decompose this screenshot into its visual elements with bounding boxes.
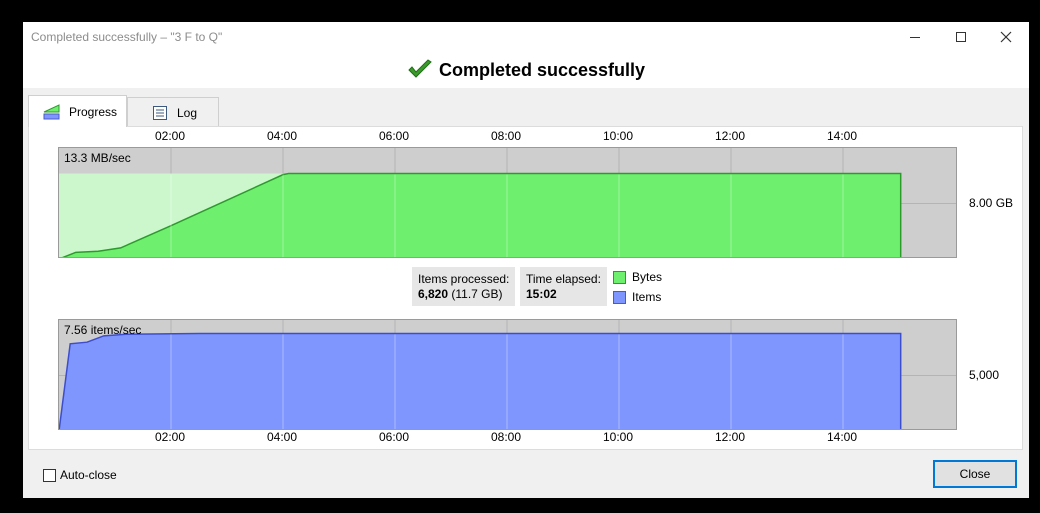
minimize-button[interactable]: [892, 22, 938, 52]
bytes-rate-label: 13.3 MB/sec: [64, 151, 131, 165]
tab-progress[interactable]: Progress: [28, 95, 127, 127]
top-time-tick-label: 14:00: [826, 129, 858, 143]
time-elapsed-value: 15:02: [526, 287, 557, 301]
legend-bytes-swatch: [613, 270, 626, 284]
top-time-tick-label: 12:00: [714, 129, 746, 143]
minimize-icon: [910, 37, 920, 38]
dialog-window: Completed successfully – "3 F to Q" Comp…: [23, 22, 1029, 498]
items-area: [59, 333, 901, 429]
bottom-time-tick-label: 12:00: [714, 430, 746, 444]
status-text: Completed successfully: [438, 59, 646, 80]
autoclose-label: Auto-close: [60, 468, 117, 482]
autoclose-checkbox[interactable]: [43, 468, 56, 482]
bottom-time-tick-label: 02:00: [154, 430, 186, 444]
items-chart: 7.56 items/sec: [58, 319, 957, 430]
legend-items-swatch: [613, 290, 626, 304]
close-window-button[interactable]: [983, 22, 1029, 52]
items-rate-label: 7.56 items/sec: [64, 323, 142, 337]
close-icon: [1000, 31, 1012, 43]
bottom-time-tick-label: 14:00: [826, 430, 858, 444]
bytes-axis-label: 8.00 GB: [969, 196, 1014, 210]
progress-panel: 02:00 04:00 06:00 08:00 10:00 12:00 14:00 13.3…: [28, 126, 1023, 450]
time-elapsed-label: Time elapsed:: [526, 272, 601, 286]
items-processed-value: 6,820: [418, 287, 449, 301]
legend-bytes: Bytes: [613, 270, 662, 284]
time-elapsed-box: Time elapsed: 15:02: [520, 267, 607, 306]
legend-bytes-label: Bytes: [632, 270, 663, 284]
bytes-chart-plot: [59, 148, 956, 257]
bottom-time-tick-label: 06:00: [378, 430, 410, 444]
items-processed-size: (11.7 GB): [451, 287, 503, 301]
bottom-time-tick-label: 04:00: [266, 430, 298, 444]
maximize-button[interactable]: [938, 22, 984, 52]
top-time-tick-label: 04:00: [266, 129, 298, 143]
top-time-tick-label: 10:00: [602, 129, 634, 143]
bytes-chart: 13.3 MB/sec: [58, 147, 957, 258]
status-banner: Completed successfully: [23, 52, 1029, 88]
tab-log-label: Log: [177, 105, 198, 120]
maximize-icon: [956, 32, 966, 42]
log-icon: [153, 105, 167, 120]
checkmark-icon: [408, 59, 432, 78]
bottom-time-tick-label: 10:00: [602, 430, 634, 444]
top-time-tick-label: 06:00: [378, 129, 410, 143]
tab-progress-label: Progress: [69, 104, 118, 119]
chart-icon: [43, 103, 60, 119]
top-time-tick-label: 02:00: [154, 129, 186, 143]
items-axis-label: 5,000: [969, 368, 1000, 382]
top-time-tick-label: 08:00: [490, 129, 522, 143]
tab-log[interactable]: Log: [127, 97, 219, 127]
bottom-time-tick-label: 08:00: [490, 430, 522, 444]
window-title: Completed successfully – "3 F to Q": [31, 30, 223, 44]
title-bar[interactable]: Completed successfully – "3 F to Q": [23, 22, 1029, 52]
autoclose-option[interactable]: Auto-close: [43, 468, 117, 482]
legend-items: Items: [613, 290, 661, 304]
items-processed-box: Items processed: 6,820 (11.7 GB): [412, 267, 516, 306]
items-chart-plot: [59, 320, 956, 429]
legend-items-label: Items: [632, 290, 662, 304]
close-button[interactable]: Close: [933, 460, 1017, 488]
items-processed-label: Items processed:: [418, 272, 510, 286]
